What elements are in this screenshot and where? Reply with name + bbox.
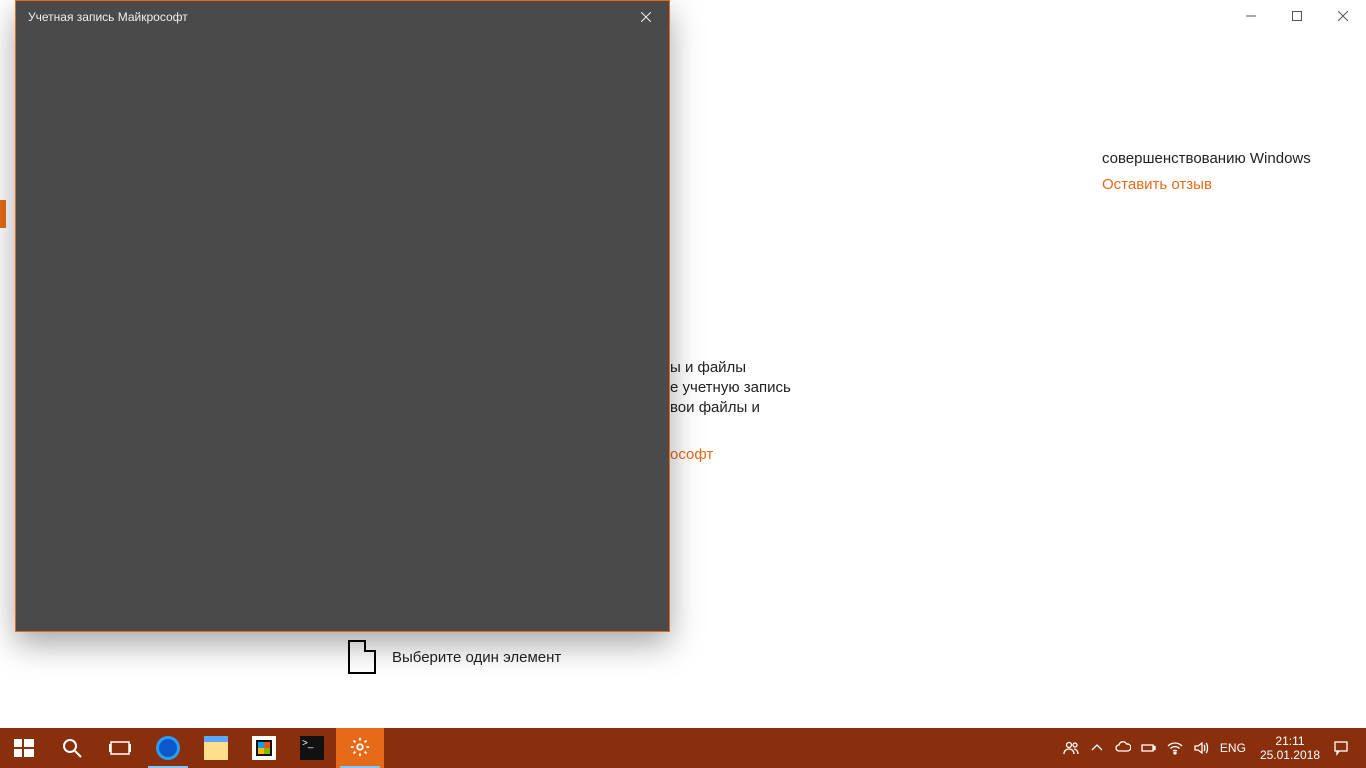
search-button[interactable] xyxy=(48,728,96,768)
taskbar-left: >_ xyxy=(0,728,384,768)
cloud-icon xyxy=(1115,740,1131,756)
taskbar-app-terminal[interactable]: >_ xyxy=(288,728,336,768)
system-tray: ENG 21:11 25.01.2018 xyxy=(1058,728,1366,768)
feedback-heading: совершенствованию Windows xyxy=(1102,150,1311,167)
search-icon xyxy=(60,736,84,760)
volume-icon xyxy=(1193,740,1209,756)
popup-titlebar[interactable]: Учетная запись Майкрософт xyxy=(16,1,669,33)
chevron-up-icon xyxy=(1089,740,1105,756)
taskbar-app-settings[interactable] xyxy=(336,728,384,768)
taskbar-app-explorer[interactable] xyxy=(192,728,240,768)
popup-close-button[interactable] xyxy=(623,1,669,33)
wifi-icon xyxy=(1167,740,1183,756)
terminal-icon: >_ xyxy=(300,736,324,760)
windows-icon xyxy=(12,736,36,760)
file-explorer-icon xyxy=(204,736,228,760)
taskbar-app-edge[interactable] xyxy=(144,728,192,768)
start-button[interactable] xyxy=(0,728,48,768)
avatar-picker[interactable]: Выберите один элемент xyxy=(348,640,561,674)
language-indicator[interactable]: ENG xyxy=(1214,741,1252,755)
task-view-icon xyxy=(108,736,132,760)
task-view-button[interactable] xyxy=(96,728,144,768)
battery-icon xyxy=(1141,740,1157,756)
settings-minimize-button[interactable] xyxy=(1228,0,1274,32)
volume-tray[interactable] xyxy=(1188,728,1214,768)
account-description-line: вои файлы и xyxy=(670,398,791,418)
onedrive-tray[interactable] xyxy=(1110,728,1136,768)
settings-maximize-button[interactable] xyxy=(1274,0,1320,32)
document-icon xyxy=(348,640,376,674)
notification-icon xyxy=(1333,740,1349,756)
people-icon xyxy=(1063,740,1079,756)
wifi-tray[interactable] xyxy=(1162,728,1188,768)
taskbar-spacer xyxy=(384,728,1058,768)
account-description-line: ы и файлы xyxy=(670,358,791,378)
taskbar: >_ ENG 21:11 25.01.2018 xyxy=(0,728,1366,768)
settings-close-button[interactable] xyxy=(1320,0,1366,32)
avatar-picker-label: Выберите один элемент xyxy=(392,649,561,666)
taskbar-app-store[interactable] xyxy=(240,728,288,768)
account-description: ы и файлы е учетную запись вои файлы и xyxy=(670,358,791,418)
store-icon xyxy=(252,736,276,760)
clock-time: 21:11 xyxy=(1260,734,1320,748)
edge-icon xyxy=(156,736,180,760)
feedback-link[interactable]: Оставить отзыв xyxy=(1102,176,1212,193)
clock[interactable]: 21:11 25.01.2018 xyxy=(1252,734,1328,762)
people-button[interactable] xyxy=(1058,728,1084,768)
account-description-line: е учетную запись xyxy=(670,378,791,398)
account-signin-link[interactable]: ософт xyxy=(670,446,713,463)
tray-overflow-button[interactable] xyxy=(1084,728,1110,768)
sidebar-active-indicator xyxy=(0,200,6,228)
clock-date: 25.01.2018 xyxy=(1260,748,1320,762)
popup-title: Учетная запись Майкрософт xyxy=(28,10,623,24)
battery-tray[interactable] xyxy=(1136,728,1162,768)
action-center-button[interactable] xyxy=(1328,728,1354,768)
gear-icon xyxy=(349,736,371,761)
microsoft-account-popup: Учетная запись Майкрософт xyxy=(15,0,670,632)
settings-window-controls xyxy=(1228,0,1366,32)
